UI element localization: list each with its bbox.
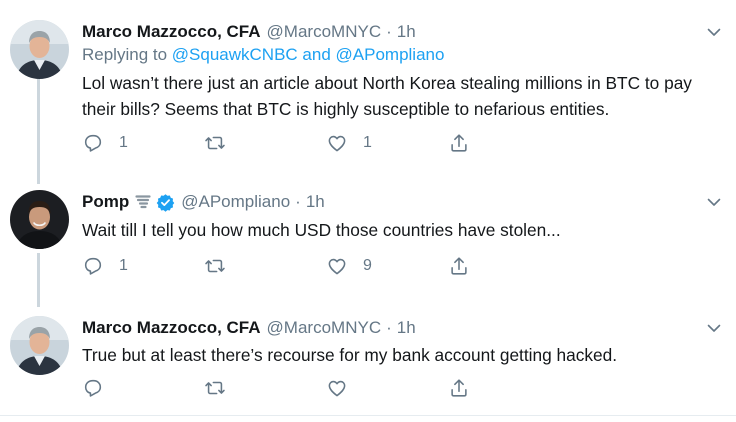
- retweet-icon: [204, 132, 226, 154]
- share-button[interactable]: [448, 376, 470, 400]
- chevron-down-icon[interactable]: [706, 194, 722, 210]
- tweet[interactable]: Marco Mazzocco, CFA @MarcoMNYC · 1h Repl…: [0, 20, 736, 150]
- reply-icon: [82, 255, 104, 277]
- retweet-icon: [204, 377, 226, 399]
- tweet-text: Wait till I tell you how much USD those …: [82, 220, 561, 240]
- like-button[interactable]: 9: [326, 254, 372, 278]
- like-icon: [326, 255, 348, 277]
- tweet[interactable]: Pomp @APompliano · 1h Wait till I tell y…: [0, 190, 736, 280]
- reply-count: 1: [119, 257, 128, 274]
- share-icon: [448, 255, 470, 277]
- tweet-actions: 1 9: [82, 254, 482, 278]
- replying-prefix: Replying to: [82, 45, 168, 64]
- timestamp[interactable]: 1h: [397, 318, 416, 338]
- like-count: 9: [363, 257, 372, 274]
- chevron-down-icon[interactable]: [706, 320, 722, 336]
- avatar[interactable]: [10, 190, 69, 249]
- replying-to-link[interactable]: @SquawkCNBC and @APompliano: [172, 45, 445, 64]
- tweet-text: Lol wasn’t there just an article about N…: [82, 73, 692, 119]
- avatar[interactable]: [10, 20, 69, 79]
- like-button[interactable]: 1: [326, 131, 372, 155]
- reply-count: 1: [119, 134, 128, 151]
- author-name[interactable]: Marco Mazzocco, CFA: [82, 22, 261, 42]
- reply-icon: [82, 132, 104, 154]
- share-button[interactable]: [448, 131, 470, 155]
- tweet-actions: 1 1: [82, 131, 482, 155]
- separator-dot: ·: [386, 318, 392, 337]
- tornado-emoji-icon: [135, 195, 151, 209]
- retweet-button[interactable]: [204, 376, 241, 400]
- reply-icon: [82, 377, 104, 399]
- author-handle[interactable]: @APompliano: [181, 192, 290, 212]
- tweet[interactable]: Marco Mazzocco, CFA @MarcoMNYC · 1h True…: [0, 316, 736, 406]
- tweet-header: Marco Mazzocco, CFA @MarcoMNYC · 1h: [82, 316, 416, 340]
- like-icon: [326, 132, 348, 154]
- verified-badge-icon: [156, 193, 175, 212]
- avatar[interactable]: [10, 316, 69, 375]
- chevron-down-icon[interactable]: [706, 24, 722, 40]
- replying-to: Replying to @SquawkCNBC and @APompliano: [82, 45, 444, 65]
- reply-button[interactable]: [82, 376, 119, 400]
- share-icon: [448, 132, 470, 154]
- like-button[interactable]: [326, 376, 363, 400]
- separator-dot: ·: [295, 192, 301, 211]
- tweet-header: Pomp @APompliano · 1h: [82, 190, 325, 214]
- separator-dot: ·: [386, 22, 392, 41]
- author-handle[interactable]: @MarcoMNYC: [267, 22, 382, 42]
- divider: [0, 415, 736, 416]
- reply-button[interactable]: 1: [82, 131, 128, 155]
- tweet-header: Marco Mazzocco, CFA @MarcoMNYC · 1h: [82, 20, 416, 44]
- like-count: 1: [363, 134, 372, 151]
- tweet-text: True but at least there’s recourse for m…: [82, 345, 618, 365]
- tweet-actions: [82, 376, 482, 400]
- reply-button[interactable]: 1: [82, 254, 128, 278]
- author-handle[interactable]: @MarcoMNYC: [267, 318, 382, 338]
- timestamp[interactable]: 1h: [397, 22, 416, 42]
- timestamp[interactable]: 1h: [306, 192, 325, 212]
- like-icon: [326, 377, 348, 399]
- author-name[interactable]: Pomp: [82, 192, 129, 212]
- author-name[interactable]: Marco Mazzocco, CFA: [82, 318, 261, 338]
- share-button[interactable]: [448, 254, 470, 278]
- share-icon: [448, 377, 470, 399]
- retweet-button[interactable]: [204, 131, 241, 155]
- retweet-icon: [204, 255, 226, 277]
- retweet-button[interactable]: [204, 254, 241, 278]
